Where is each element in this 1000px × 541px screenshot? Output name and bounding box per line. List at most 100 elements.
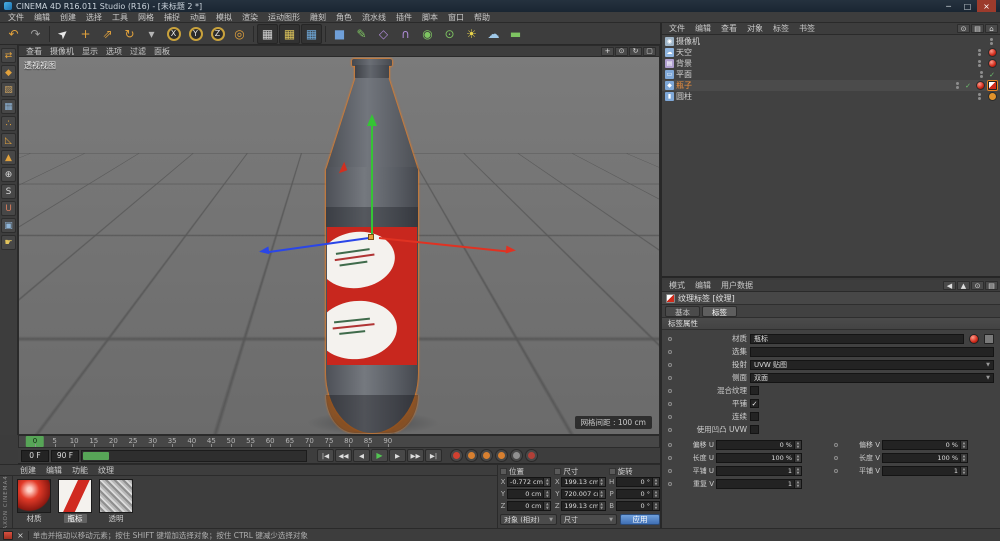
stepper[interactable]: ▲ ▼ <box>795 439 802 450</box>
object-manager-menu-item-5[interactable]: 标签 <box>768 23 794 34</box>
y-axis-arrowhead-icon[interactable] <box>367 114 377 126</box>
stepper[interactable]: ▲ ▼ <box>598 501 606 511</box>
stepper-down-icon[interactable]: ▼ <box>961 445 967 449</box>
stepper-down-icon[interactable]: ▼ <box>653 482 659 486</box>
object-row-bottle[interactable]: ◆ 瓶子 ✓ <box>662 80 1000 91</box>
anim-dot-icon[interactable] <box>668 336 672 341</box>
menubar-item-9[interactable]: 模拟 <box>211 12 237 23</box>
viewport-menu-item-1[interactable]: 查看 <box>22 46 46 57</box>
coords-field-size-y[interactable]: 720.007 cm▲▼ <box>561 489 606 499</box>
coords-field-rotation-h[interactable]: 0 ° ▲ ▼ <box>615 477 660 487</box>
menubar-item-3[interactable]: 创建 <box>55 12 81 23</box>
stepper[interactable]: ▲ ▼ <box>795 452 802 463</box>
coords-field-position-x[interactable]: -0.772 cm ▲ ▼ <box>507 477 552 487</box>
add-camera-icon[interactable]: ⊙ <box>439 24 460 44</box>
menubar-item-8[interactable]: 动画 <box>185 12 211 23</box>
material-tag-icon[interactable] <box>988 48 997 57</box>
move-tool-icon[interactable]: + <box>75 24 96 44</box>
texture-mode-icon[interactable]: ▨ <box>1 82 16 97</box>
material-chip-icon[interactable] <box>969 333 979 344</box>
uv-field[interactable]: 0 % ▲ ▼ <box>716 439 802 450</box>
stepper-down-icon[interactable]: ▼ <box>961 458 967 462</box>
key-scale-button[interactable] <box>480 449 493 462</box>
status-stop-icon[interactable] <box>3 530 13 540</box>
stepper[interactable]: ▲ ▼ <box>961 465 968 476</box>
visibility-dot-icon[interactable] <box>978 60 981 63</box>
quantize-icon[interactable]: ☛ <box>1 235 16 250</box>
anim-dot-icon[interactable] <box>668 468 672 473</box>
menubar-item-1[interactable]: 文件 <box>3 12 29 23</box>
menubar-item-2[interactable]: 编辑 <box>29 12 55 23</box>
attr-checkbox-8[interactable] <box>750 425 759 434</box>
gizmo-center-handle[interactable] <box>368 234 374 240</box>
goto-end-button[interactable]: ▶| <box>425 449 442 462</box>
stepper[interactable]: ▲ ▼ <box>544 501 552 511</box>
material-swatch-2[interactable]: 瓶标 <box>57 479 93 523</box>
attribute-menu-item-3[interactable]: 用户数据 <box>716 280 758 291</box>
visibility-dot-icon[interactable] <box>978 49 981 52</box>
pan-view-icon[interactable]: + <box>601 46 614 56</box>
menubar-item-16[interactable]: 脚本 <box>417 12 443 23</box>
visibility-dot-icon[interactable] <box>990 38 993 41</box>
anim-dot-icon[interactable] <box>834 455 838 460</box>
add-light-icon[interactable]: ☀ <box>461 24 482 44</box>
anim-dot-icon[interactable] <box>668 349 672 354</box>
viewport-canvas[interactable]: 透视视图 网格间距 : 100 cm <box>19 57 659 434</box>
stepper-down-icon[interactable]: ▼ <box>795 484 801 488</box>
object-row-cylinder[interactable]: ▮ 圆柱 <box>662 91 1000 102</box>
tag-properties-section[interactable]: 标签属性 <box>662 318 1000 330</box>
om-path-icon[interactable]: ⌂ <box>985 24 998 33</box>
materials-menu-item-3[interactable]: 功能 <box>67 465 93 476</box>
visibility-dot-icon[interactable] <box>990 42 993 45</box>
material-swatch-1[interactable]: 材质 <box>16 479 52 523</box>
enabled-check-icon[interactable]: ✓ <box>989 71 995 79</box>
anim-dot-icon[interactable] <box>668 481 672 486</box>
render-settings-icon[interactable]: ▦ <box>301 23 322 44</box>
stepper-down-icon[interactable]: ▼ <box>544 506 550 510</box>
object-row-sky[interactable]: ☁ 天空 <box>662 47 1000 58</box>
object-manager-menu-item-4[interactable]: 对象 <box>742 23 768 34</box>
timeline-ruler[interactable]: 0 5 10 15 20 25 30 35 40 45 50 55 60 65 70 75 80 85 90 <box>18 435 660 448</box>
viewport-solo-icon[interactable]: S <box>1 184 16 199</box>
coords-field-position-y[interactable]: 0 cm ▲ ▼ <box>507 489 552 499</box>
coords-field-rotation-p[interactable]: 0 ° ▲ ▼ <box>615 489 660 499</box>
stepper[interactable]: ▲ ▼ <box>652 477 660 487</box>
visibility-dot-icon[interactable] <box>956 82 960 85</box>
key-parameter-button[interactable] <box>510 449 523 462</box>
bottle-model[interactable] <box>19 57 659 434</box>
am-panel-icon[interactable]: ▤ <box>985 281 998 290</box>
add-floor-icon[interactable]: ▬ <box>505 24 526 44</box>
coords-field-position-z[interactable]: 0 cm ▲ ▼ <box>507 501 552 511</box>
material-tag-icon[interactable] <box>988 59 997 68</box>
next-key-button[interactable]: ▶▶ <box>407 449 424 462</box>
coord-mode-select[interactable]: 对象 (相对) ▼ <box>500 514 557 525</box>
menubar-item-7[interactable]: 捕捉 <box>159 12 185 23</box>
stepper-down-icon[interactable]: ▼ <box>795 445 801 449</box>
stepper-down-icon[interactable]: ▼ <box>653 494 659 498</box>
next-frame-button[interactable]: ▶ <box>389 449 406 462</box>
autokey-button[interactable] <box>525 449 538 462</box>
z-axis-arrowhead-icon[interactable] <box>258 246 270 256</box>
undo-icon[interactable]: ↶ <box>3 24 24 44</box>
object-row-plane[interactable]: ▭ 平面 ✓ <box>662 69 1000 80</box>
stepper-down-icon[interactable]: ▼ <box>961 471 967 475</box>
uv-field[interactable]: 0 % ▲ ▼ <box>882 439 968 450</box>
stepper[interactable]: ▲ ▼ <box>961 439 968 450</box>
close-button[interactable]: × <box>977 0 996 12</box>
visibility-dots[interactable] <box>956 82 960 89</box>
stepper[interactable]: ▲ ▼ <box>544 489 552 499</box>
convert-selection-icon[interactable]: ⇄ <box>1 48 16 63</box>
add-sky-icon[interactable]: ☁ <box>483 24 504 44</box>
am-back-icon[interactable]: ◀ <box>943 281 956 290</box>
am-lock-icon[interactable]: ⊙ <box>971 281 984 290</box>
prev-key-button[interactable]: ◀◀ <box>335 449 352 462</box>
menubar-item-18[interactable]: 帮助 <box>469 12 495 23</box>
lock-y-icon[interactable]: Y <box>185 24 206 44</box>
stepper-down-icon[interactable]: ▼ <box>599 482 605 486</box>
stepper[interactable]: ▲ ▼ <box>795 478 802 489</box>
visibility-dot-icon[interactable] <box>978 97 981 100</box>
attr-checkbox-7[interactable] <box>750 412 759 421</box>
material-tag-icon[interactable] <box>976 81 985 90</box>
attr-checkbox-6[interactable]: ✓ <box>750 399 759 408</box>
materials-menu-item-2[interactable]: 编辑 <box>41 465 67 476</box>
